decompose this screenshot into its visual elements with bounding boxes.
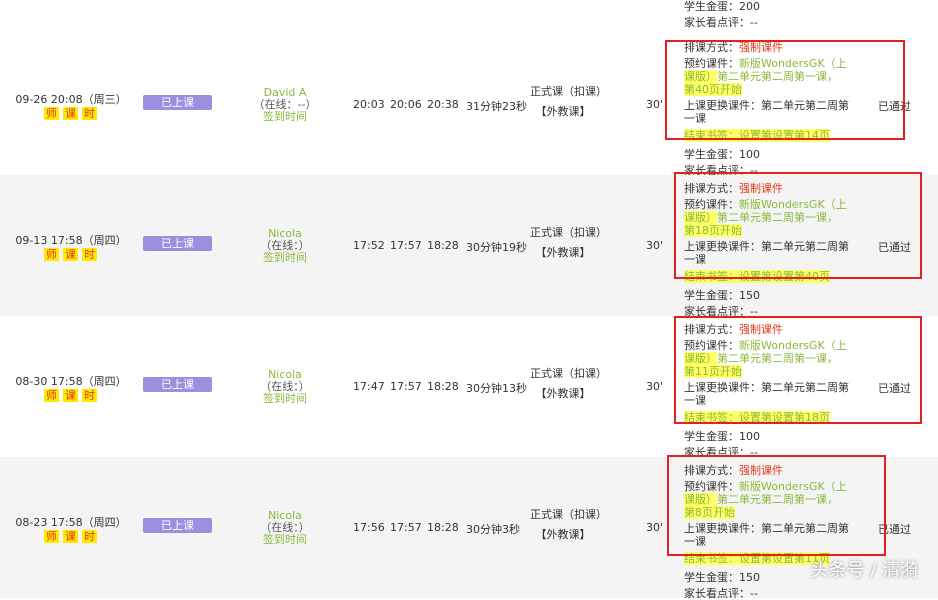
table-row: 09-13 17:58（周四） 师 课 时 已上课 Nicola （在线：） 签… [0, 172, 938, 318]
lesson-date: 08-23 17:58（周四） [15, 516, 127, 529]
gold-line: 学生金蛋：100 [684, 430, 849, 443]
end-time: 20:38 [427, 98, 459, 111]
class-type-formal: 正式课（扣课） [530, 85, 607, 98]
start-time: 17:57 [390, 239, 422, 252]
sign-time-link[interactable]: 签到时间 [240, 252, 330, 264]
gold-label: 学生金蛋： [684, 289, 739, 302]
status-badge[interactable]: 已上课 [143, 377, 212, 392]
gold-line: 学生金蛋：150 [684, 289, 849, 302]
table-row: 08-30 17:58（周四） 师 课 时 已上课 Nicola （在线：） 签… [0, 316, 938, 459]
class-type: 正式课（扣课） 【外教课】 [530, 82, 607, 122]
lesson-minutes: 30' [646, 239, 664, 252]
lesson-date: 09-13 17:58（周四） [15, 234, 127, 247]
lesson-minutes: 30' [646, 521, 664, 534]
lesson-tags: 师 课 时 [44, 530, 97, 543]
lesson-minutes: 30' [646, 98, 664, 111]
gold-value: 150 [739, 571, 760, 584]
review-value: -- [750, 16, 758, 29]
class-type-foreign: 【外教课】 [535, 105, 591, 118]
gold-label: 学生金蛋： [684, 148, 739, 161]
enter-time: 17:52 [353, 239, 385, 252]
gold-value: 200 [739, 0, 760, 13]
tag-course: 课 [63, 107, 78, 120]
status-badge[interactable]: 已上课 [143, 518, 212, 533]
status-badge[interactable]: 已上课 [143, 95, 212, 110]
tag-teacher: 师 [44, 389, 59, 402]
sign-time-link[interactable]: 签到时间 [240, 534, 330, 546]
lesson-tags: 师 课 时 [44, 389, 97, 402]
gold-value: 150 [739, 289, 760, 302]
class-type: 正式课（扣课） 【外教课】 [530, 364, 607, 404]
table-row: 09-26 20:08（周三） 师 课 时 已上课 David A （在线：--… [0, 34, 938, 177]
enter-time: 20:03 [353, 98, 385, 111]
teacher-info: Nicola （在线：） 签到时间 [240, 228, 330, 264]
review-label: 家长看点评： [684, 16, 750, 29]
enter-time: 17:47 [353, 380, 385, 393]
class-type-formal: 正式课（扣课） [530, 508, 607, 521]
annotation-box [674, 316, 922, 424]
tag-teacher: 师 [44, 248, 59, 261]
tag-course: 课 [63, 530, 78, 543]
annotation-box [665, 40, 905, 140]
class-type: 正式课（扣课） 【外教课】 [530, 223, 607, 263]
tag-time: 时 [82, 248, 97, 261]
gold-label: 学生金蛋： [684, 571, 739, 584]
class-type-foreign: 【外教课】 [535, 387, 591, 400]
end-time: 18:28 [427, 521, 459, 534]
review-line: 家长看点评：-- [684, 587, 849, 600]
watermark: 头条号 / 清漪 [810, 560, 918, 581]
lesson-minutes: 30' [646, 380, 664, 393]
duration: 30分钟3秒 [466, 523, 520, 536]
gold-line: 学生金蛋：100 [684, 148, 849, 161]
previous-row-tail: 学生金蛋：200 家长看点评：-- [0, 0, 938, 34]
duration: 30分钟19秒 [466, 241, 527, 254]
teacher-info: David A （在线：--） 签到时间 [240, 87, 330, 123]
annotation-box [674, 172, 922, 279]
teacher-info: Nicola （在线：） 签到时间 [240, 369, 330, 405]
enter-time: 17:56 [353, 521, 385, 534]
tag-course: 课 [63, 389, 78, 402]
class-type-foreign: 【外教课】 [535, 246, 591, 259]
gold-line: 学生金蛋：200 [684, 0, 760, 13]
lesson-date: 09-26 20:08（周三） [15, 93, 127, 106]
tag-time: 时 [82, 107, 97, 120]
lesson-tags: 师 课 时 [44, 107, 97, 120]
gold-value: 100 [739, 148, 760, 161]
duration: 30分钟13秒 [466, 382, 527, 395]
end-time: 18:28 [427, 239, 459, 252]
lesson-tags: 师 课 时 [44, 248, 97, 261]
review-line: 家长看点评：-- [684, 16, 758, 29]
class-type-formal: 正式课（扣课） [530, 226, 607, 239]
lesson-date: 08-30 17:58（周四） [15, 375, 127, 388]
status-badge[interactable]: 已上课 [143, 236, 212, 251]
start-time: 17:57 [390, 521, 422, 534]
gold-label: 学生金蛋： [684, 0, 739, 13]
review-value: -- [750, 587, 758, 600]
end-time: 18:28 [427, 380, 459, 393]
tag-teacher: 师 [44, 107, 59, 120]
sign-time-link[interactable]: 签到时间 [240, 393, 330, 405]
gold-label: 学生金蛋： [684, 430, 739, 443]
start-time: 20:06 [390, 98, 422, 111]
class-type-formal: 正式课（扣课） [530, 367, 607, 380]
tag-teacher: 师 [44, 530, 59, 543]
sign-time-link[interactable]: 签到时间 [240, 111, 330, 123]
annotation-box [667, 455, 886, 556]
teacher-info: Nicola （在线：） 签到时间 [240, 510, 330, 546]
start-time: 17:57 [390, 380, 422, 393]
class-type: 正式课（扣课） 【外教课】 [530, 505, 607, 545]
tag-course: 课 [63, 248, 78, 261]
review-label: 家长看点评： [684, 587, 750, 600]
duration: 31分钟23秒 [466, 100, 527, 113]
table-row: 08-23 17:58（周四） 师 课 时 已上课 Nicola （在线：） 签… [0, 455, 938, 600]
gold-value: 100 [739, 430, 760, 443]
tag-time: 时 [82, 389, 97, 402]
class-type-foreign: 【外教课】 [535, 528, 591, 541]
tag-time: 时 [82, 530, 97, 543]
